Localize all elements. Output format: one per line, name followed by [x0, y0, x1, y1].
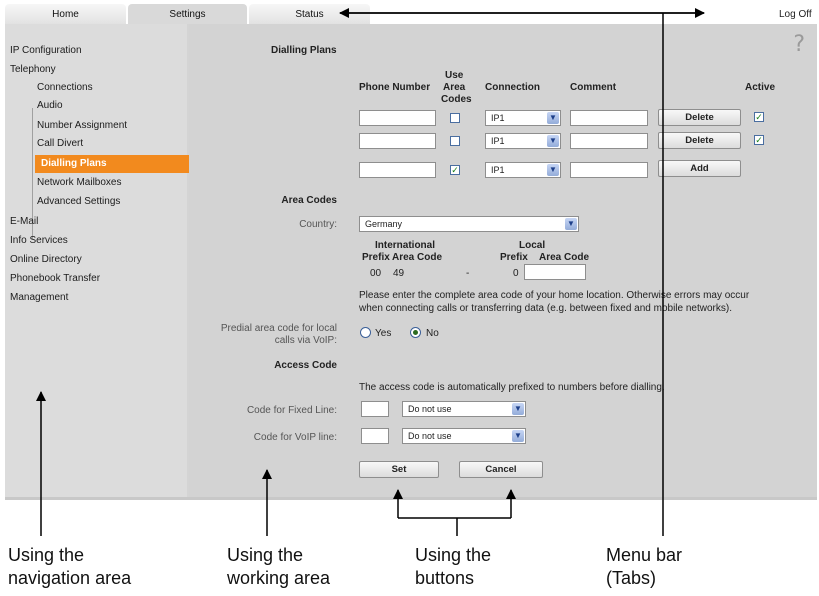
callout-nav-line1: Using the — [8, 545, 85, 565]
callout-buttons-line1: Using the — [415, 545, 492, 565]
callout-menu-line2: (Tabs) — [606, 568, 657, 588]
callout-menu-line1: Menu bar — [606, 545, 683, 565]
callout-work-line2: working area — [227, 568, 331, 588]
callout-buttons-line2: buttons — [415, 568, 475, 588]
annotation-arrows — [36, 8, 705, 536]
callout-nav-line2: navigation area — [8, 568, 132, 588]
callout-work-line1: Using the — [227, 545, 304, 565]
